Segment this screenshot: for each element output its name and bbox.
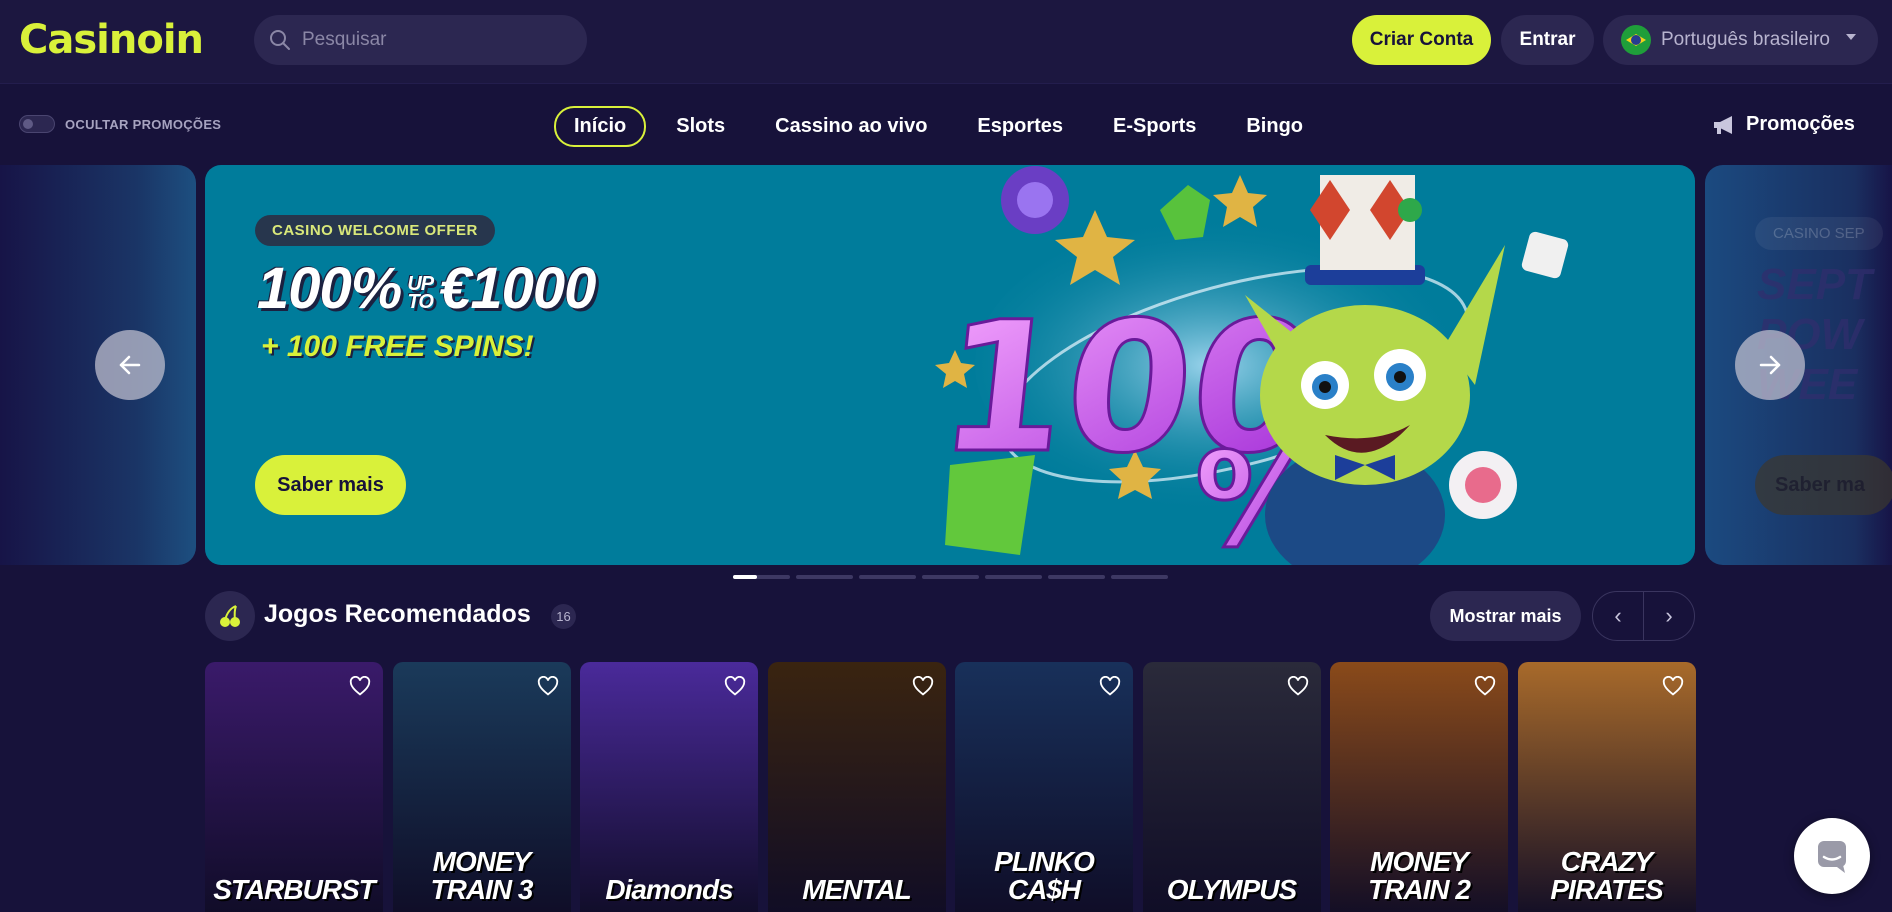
carousel-dot[interactable] — [1048, 575, 1105, 579]
learn-more-button[interactable]: Saber mais — [255, 455, 406, 515]
game-title: STARBURST — [213, 874, 376, 905]
promotions-label: Promoções — [1746, 113, 1855, 135]
section-title: Jogos Recomendados — [264, 600, 531, 628]
nav-item-esports[interactable]: E-Sports — [1113, 107, 1196, 146]
search-input[interactable] — [302, 29, 572, 51]
game-title: PLINKO CA$H — [994, 846, 1095, 905]
language-selector[interactable]: Português brasileiro — [1603, 15, 1878, 65]
casinoin-logo[interactable]: Casinoin — [19, 17, 204, 63]
carousel-dot[interactable] — [922, 575, 979, 579]
carousel-dot[interactable] — [985, 575, 1042, 579]
nav-item-inicio[interactable]: Início — [554, 106, 647, 147]
game-tile[interactable]: MONEY TRAIN 3 — [392, 662, 571, 912]
game-tile[interactable]: OLYMPUS — [1142, 662, 1321, 912]
cherries-icon — [205, 591, 255, 641]
top-header: Casinoin Criar Conta Entrar Português br… — [0, 0, 1892, 84]
carousel-dot[interactable] — [1111, 575, 1168, 579]
game-tile[interactable]: MENTAL — [767, 662, 946, 912]
carousel-dot[interactable] — [859, 575, 916, 579]
language-label: Português brasileiro — [1661, 29, 1830, 50]
carousel-dot[interactable] — [796, 575, 853, 579]
favorite-heart-icon[interactable] — [1099, 675, 1121, 698]
nav-item-sports[interactable]: Esportes — [977, 107, 1063, 146]
search-icon — [270, 30, 290, 50]
mascot-100-percent-illustration: 100 % — [929, 166, 1569, 565]
favorite-heart-icon[interactable] — [724, 675, 746, 698]
carousel-next-button[interactable] — [1735, 330, 1805, 400]
chevron-left-icon[interactable]: ‹ — [1593, 592, 1643, 640]
game-title: OLYMPUS — [1166, 874, 1297, 905]
game-title: MONEY TRAIN 3 — [430, 846, 534, 905]
favorite-heart-icon[interactable] — [1474, 675, 1496, 698]
hide-promos-label: OCULTAR PROMOÇÕES — [65, 116, 222, 132]
nav-item-live-casino[interactable]: Cassino ao vivo — [775, 107, 927, 146]
game-tile[interactable]: Diamonds — [580, 662, 758, 912]
game-tile[interactable]: PLINKO CA$H — [955, 662, 1133, 912]
chevron-right-icon[interactable]: › — [1644, 592, 1694, 640]
offer-tag: CASINO WELCOME OFFER — [255, 215, 495, 246]
favorite-heart-icon[interactable] — [912, 675, 934, 698]
offer-subline: + 100 FREE SPINS! — [261, 330, 534, 363]
favorite-heart-icon[interactable] — [1287, 675, 1309, 698]
main-nav: Início Slots Cassino ao vivo Esportes E-… — [554, 106, 1353, 147]
game-tile[interactable]: STARBURST — [205, 662, 383, 912]
brazil-flag-icon — [1621, 25, 1651, 55]
section-count-badge: 16 — [551, 604, 576, 629]
game-title: MONEY TRAIN 2 — [1368, 846, 1471, 905]
search-box[interactable] — [254, 15, 587, 65]
caret-down-icon — [1846, 34, 1856, 40]
arrow-left-icon — [119, 355, 141, 375]
carousel-pagination — [733, 575, 1174, 579]
show-more-button[interactable]: Mostrar mais — [1430, 591, 1581, 641]
toggle-switch[interactable] — [19, 115, 55, 133]
logo-text: Casinoin — [19, 17, 204, 63]
hide-promos-toggle[interactable]: OCULTAR PROMOÇÕES — [19, 115, 221, 133]
next-slide-cta[interactable]: Saber ma — [1755, 455, 1892, 515]
nav-item-slots[interactable]: Slots — [676, 107, 725, 146]
welcome-offer-banner[interactable]: CASINO WELCOME OFFER 100% UP TO €1000 + 100… — [205, 165, 1695, 565]
offer-headline: 100% UP TO €1000 — [257, 256, 596, 321]
favorite-heart-icon[interactable] — [1662, 675, 1684, 698]
arrow-right-icon — [1759, 355, 1781, 375]
game-tile[interactable]: MONEY TRAIN 2 — [1330, 662, 1508, 912]
game-title: MENTAL — [802, 874, 912, 905]
nav-item-bingo[interactable]: Bingo — [1246, 107, 1303, 146]
game-tile[interactable]: CRAZY PIRATES — [1517, 662, 1696, 912]
carousel-dot[interactable] — [733, 575, 790, 579]
promotions-link[interactable]: Promoções — [1712, 113, 1855, 136]
games-pager: ‹ › — [1592, 591, 1695, 641]
carousel-prev-button[interactable] — [95, 330, 165, 400]
login-button[interactable]: Entrar — [1501, 15, 1594, 65]
chat-icon — [1818, 841, 1846, 873]
next-slide-tag: CASINO SEP — [1755, 217, 1883, 250]
favorite-heart-icon[interactable] — [537, 675, 559, 698]
create-account-button[interactable]: Criar Conta — [1352, 15, 1491, 65]
favorite-heart-icon[interactable] — [349, 675, 371, 698]
megaphone-icon — [1714, 115, 1732, 134]
game-title: CRAZY PIRATES — [1550, 846, 1663, 905]
chat-support-button[interactable] — [1794, 818, 1870, 894]
game-title: Diamonds — [605, 874, 733, 905]
